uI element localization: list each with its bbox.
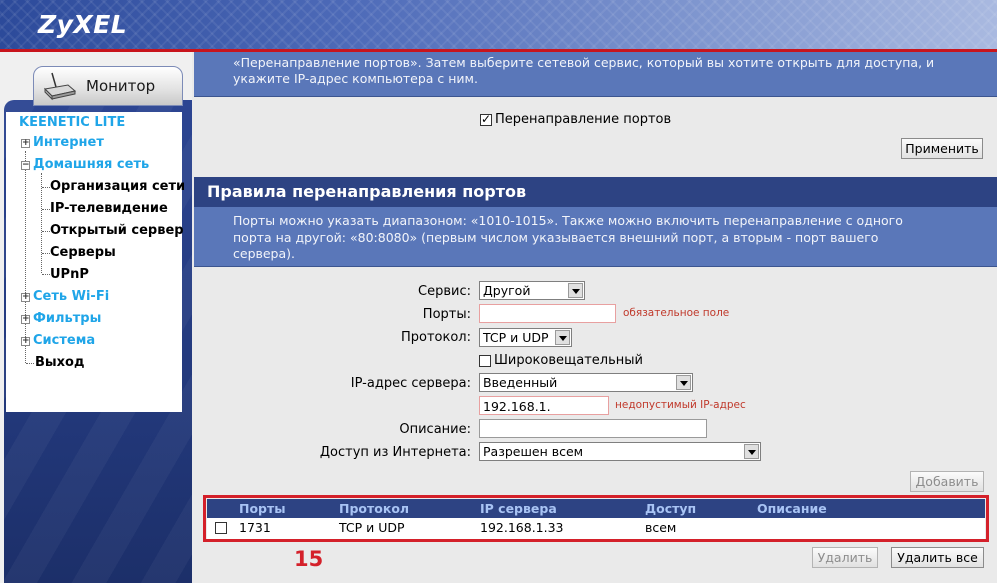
tree-branch [42, 209, 50, 210]
tree-branch [42, 274, 50, 275]
collapse-icon: − [21, 160, 30, 170]
rules-info: Порты можно указать диапазоном: «1010-10… [194, 207, 997, 267]
highlight-frame [203, 495, 989, 542]
top-banner: ZyXEL [0, 0, 997, 52]
sidebar-subitem-network-setup[interactable]: Организация сети [50, 179, 185, 194]
section-title: Правила перенаправления портов [194, 177, 997, 207]
tree-line-main [25, 151, 26, 363]
server-ip-input[interactable]: 192.168.1. [479, 396, 609, 415]
port-forwarding-toggle[interactable]: Перенаправление портов [480, 112, 671, 127]
server-ip-label: IP-адрес сервера: [350, 376, 471, 391]
tree-branch [42, 231, 50, 232]
chevron-down-icon [676, 375, 691, 390]
internet-access-select[interactable]: Разрешен всем [479, 442, 761, 461]
delete-button[interactable]: Удалить [812, 547, 878, 568]
sidebar-subitem-dmz[interactable]: Открытый сервер [50, 223, 184, 238]
expand-icon: + [21, 314, 30, 324]
service-label: Сервис: [418, 284, 471, 299]
port-forwarding-info: «Перенаправление портов». Затем выберите… [194, 52, 997, 97]
expand-icon: + [21, 292, 30, 302]
product-name: KEENETIC LITE [19, 115, 126, 130]
zyxel-logo: ZyXEL [38, 10, 128, 39]
tab-monitor[interactable]: Монитор [33, 66, 183, 106]
ports-input[interactable] [479, 304, 616, 323]
banner-pattern [0, 0, 997, 52]
sidebar-item-internet[interactable]: + Интернет [21, 135, 104, 150]
service-select[interactable]: Другой [479, 281, 585, 300]
tab-monitor-label: Монитор [86, 77, 156, 95]
protocol-label: Протокол: [400, 330, 471, 345]
tree-branch [26, 363, 34, 364]
chevron-down-icon [555, 330, 570, 345]
protocol-select[interactable]: TCP и UDP [479, 328, 572, 347]
sidebar-item-logout[interactable]: Выход [35, 355, 84, 370]
sidebar-item-system[interactable]: + Система [21, 333, 95, 348]
sidebar-subitem-servers[interactable]: Серверы [50, 245, 116, 260]
sidebar-subitem-upnp[interactable]: UPnP [50, 267, 89, 282]
sidebar-subitem-iptv[interactable]: IP-телевидение [50, 201, 168, 216]
tree-branch [42, 187, 50, 188]
description-label: Описание: [399, 422, 471, 437]
internet-access-label: Доступ из Интернета: [319, 445, 471, 460]
tree-branch [42, 253, 50, 254]
router-icon [42, 71, 78, 101]
broadcast-checkbox[interactable] [479, 354, 491, 367]
ports-label: Порты: [422, 307, 471, 322]
expand-icon: + [21, 138, 30, 148]
ports-error: обязательное поле [623, 307, 730, 319]
server-ip-mode-select[interactable]: Введенный [479, 373, 693, 392]
chevron-down-icon [568, 283, 583, 298]
sidebar-item-wifi[interactable]: + Сеть Wi-Fi [21, 289, 109, 304]
description-input[interactable] [479, 419, 707, 438]
broadcast-toggle[interactable]: Широковещательный [479, 353, 643, 368]
port-forwarding-checkbox[interactable] [480, 112, 492, 126]
apply-button[interactable]: Применить [901, 138, 983, 159]
sidebar-item-home-network[interactable]: − Домашняя сеть [21, 157, 149, 172]
delete-all-button[interactable]: Удалить все [891, 547, 984, 568]
expand-icon: + [21, 336, 30, 346]
tree-line-sub [41, 173, 42, 273]
add-button[interactable]: Добавить [910, 471, 984, 492]
server-ip-error: недопустимый IP-адрес [615, 399, 746, 411]
step-number: 15 [294, 547, 324, 571]
chevron-down-icon [744, 444, 759, 459]
sidebar-item-filters[interactable]: + Фильтры [21, 311, 101, 326]
